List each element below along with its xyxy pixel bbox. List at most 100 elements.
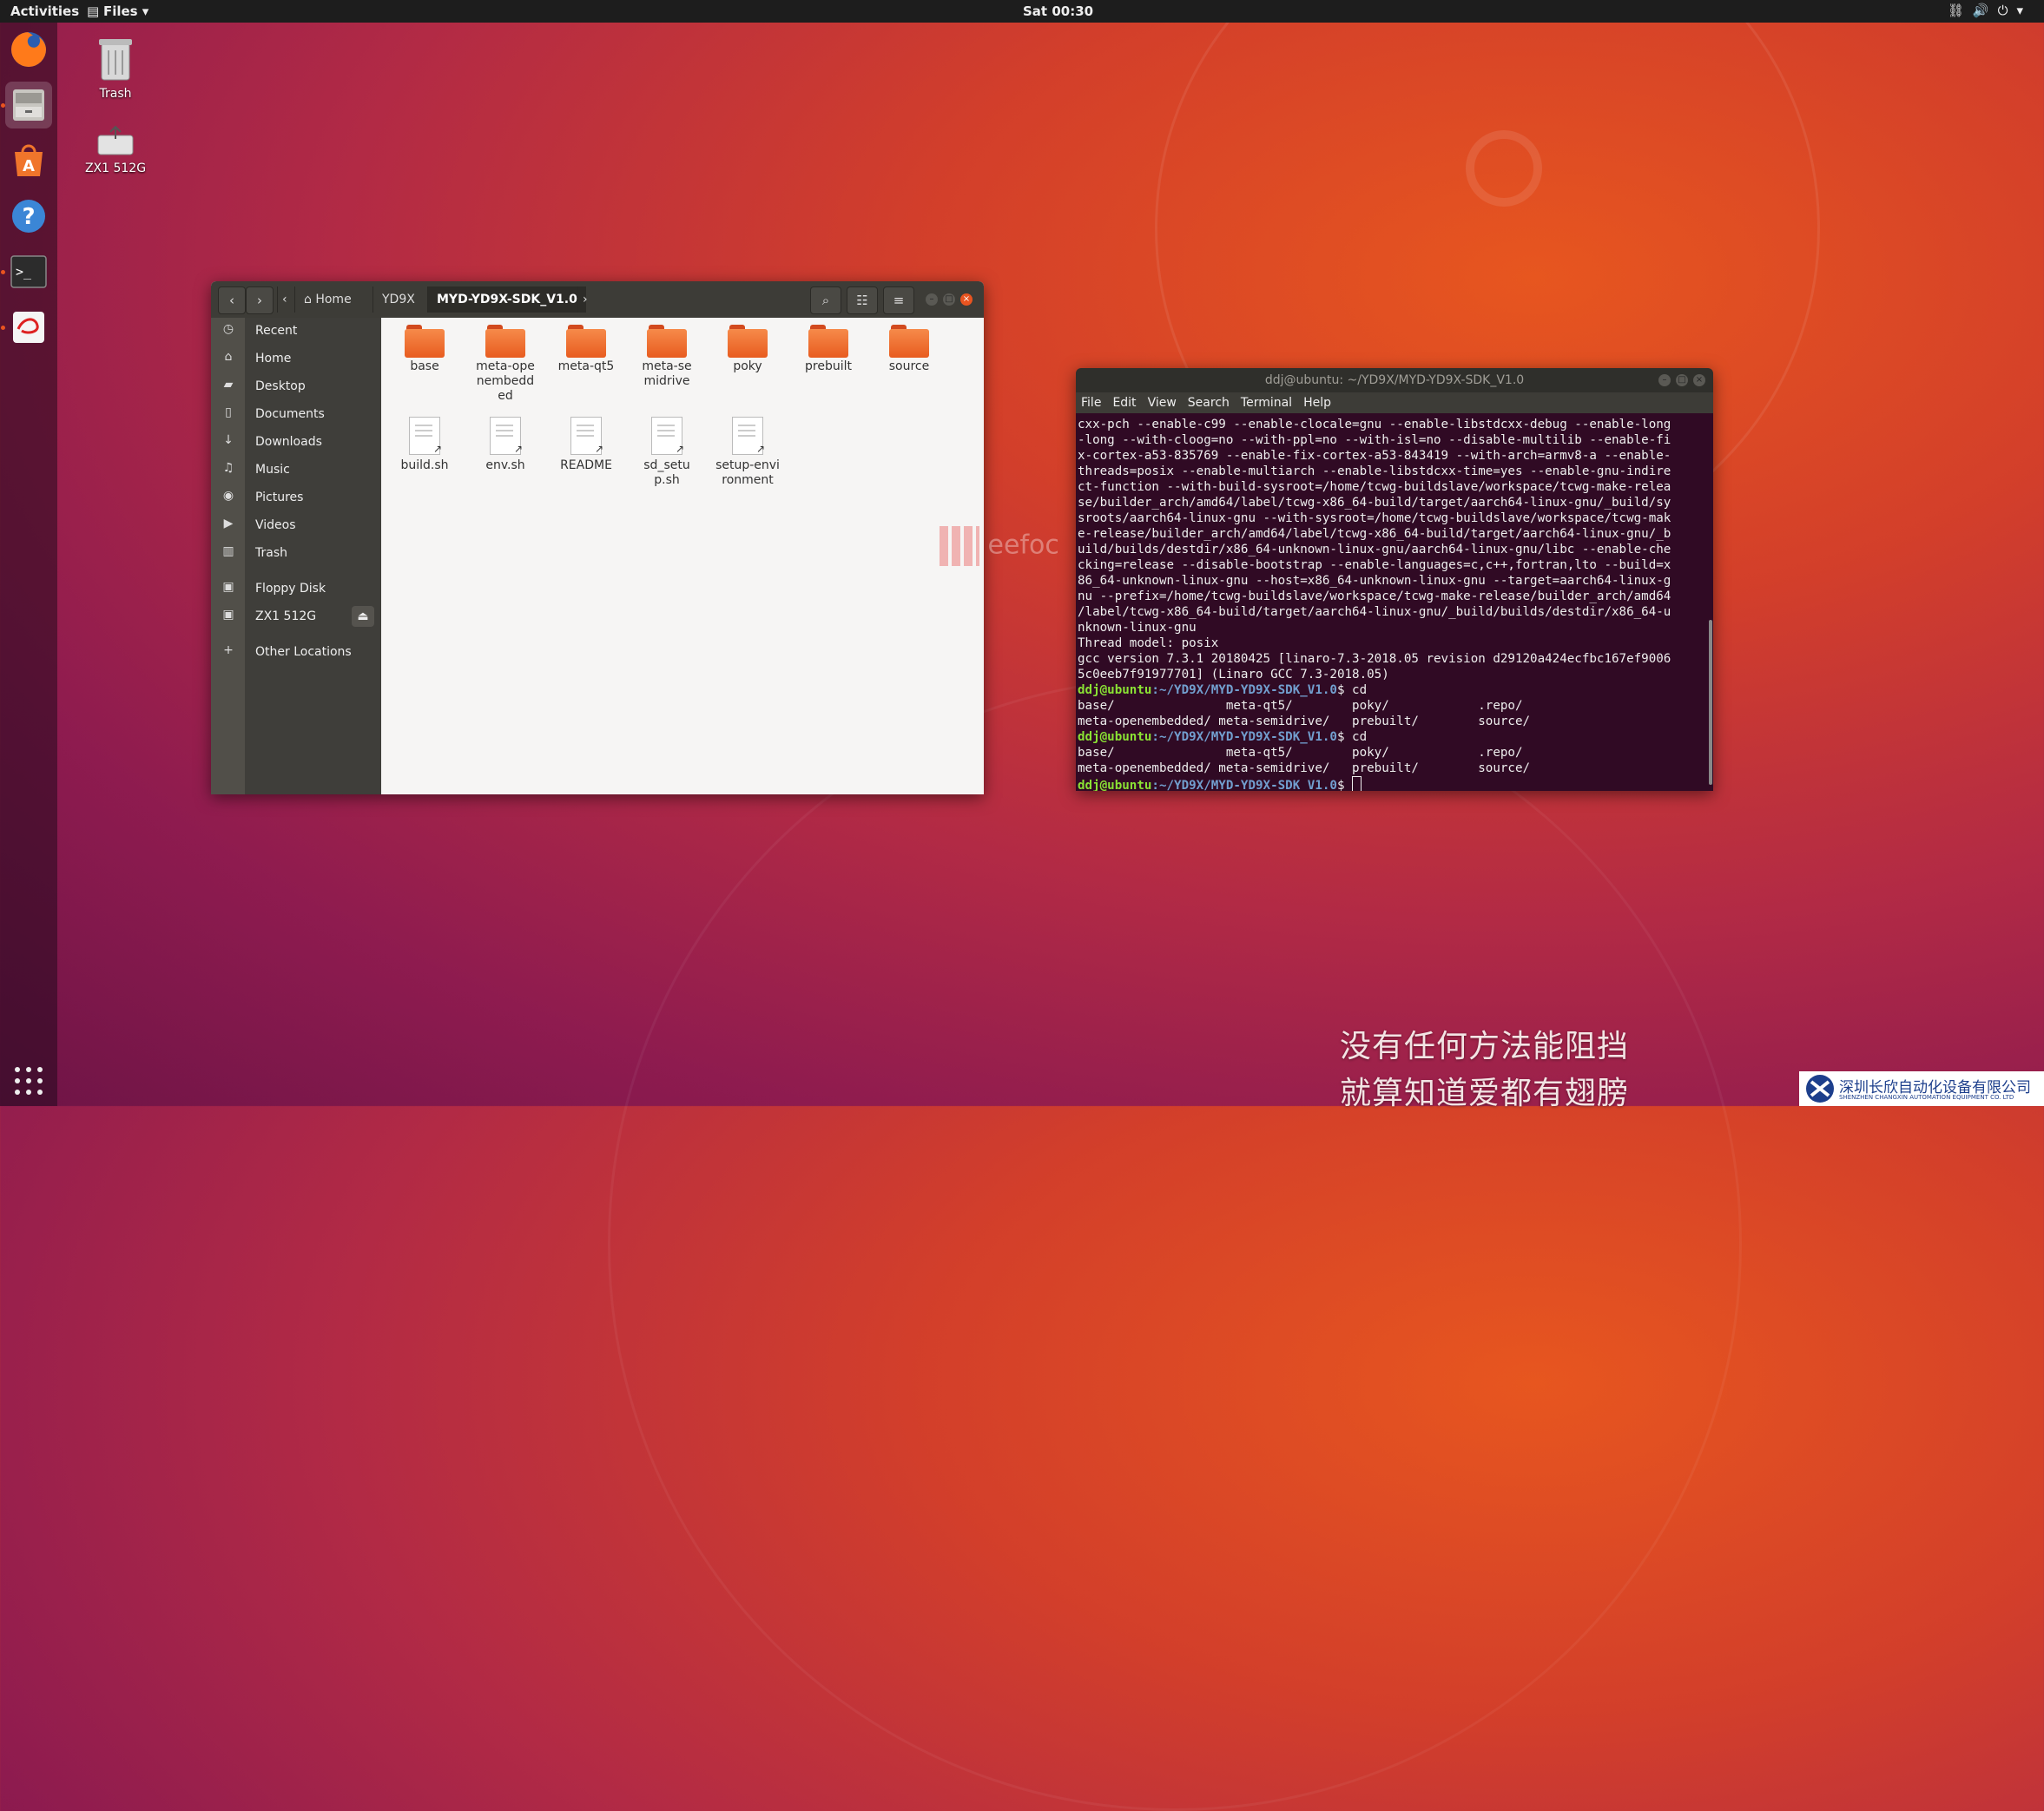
sidebar-item-home[interactable]: ⌂ Home (211, 347, 381, 372)
dock-terminal[interactable]: >_ (5, 248, 52, 295)
sidebar-item-downloads[interactable]: ↓ Downloads (211, 431, 381, 455)
file-item[interactable]: ↗ setup-environment (713, 410, 782, 488)
menu-edit[interactable]: Edit (1112, 392, 1136, 413)
dock-firefox[interactable] (5, 26, 52, 73)
app-menu-label: Files ▾ (102, 3, 149, 19)
dock-files[interactable] (5, 82, 52, 128)
folder-item[interactable]: meta-semidrive (632, 318, 702, 389)
prompt-path: :~/YD9X/MYD-YD9X-SDK_V1.0 (1151, 730, 1337, 744)
search-button[interactable]: ⌕ (810, 286, 841, 314)
sidebar-item-label: Recent (255, 324, 298, 338)
network-icon: ⛓ (1947, 3, 1973, 18)
folder-item[interactable]: source (874, 318, 944, 374)
back-button[interactable]: ‹ (218, 286, 246, 314)
file-label: meta-openembedded (476, 359, 535, 403)
file-label: README (560, 458, 612, 472)
terminal-line: base/ meta-qt5/ poky/ .repo/ (1078, 746, 1523, 760)
software-bag-icon: A (15, 144, 43, 176)
terminal-line: gcc version 7.3.1 20180425 [linaro-7.3-2… (1078, 652, 1671, 666)
power-icon: ⏻ (1997, 3, 2017, 18)
firefox-icon (11, 32, 46, 67)
breadcrumb-yd9x[interactable]: YD9X (373, 286, 424, 313)
sidebar-item-documents[interactable]: ▯ Documents (211, 403, 381, 427)
dock-software[interactable]: A (5, 137, 52, 184)
menu-search[interactable]: Search (1188, 392, 1230, 413)
sidebar-item-music[interactable]: ♫ Music (211, 458, 381, 483)
terminal-line: Thread model: posix (1078, 636, 1219, 650)
activities-button[interactable]: Activities (10, 3, 79, 19)
maximize-button[interactable]: □ (1676, 374, 1688, 386)
sidebar-item-other-locations[interactable]: + Other Locations (211, 641, 381, 665)
terminal-line: meta-openembedded/ meta-semidrive/ prebu… (1078, 715, 1531, 728)
clock[interactable]: Sat 00:30 (1023, 3, 1093, 19)
breadcrumb-current[interactable]: MYD-YD9X-SDK_V1.0 (427, 286, 586, 313)
terminal-line: base/ meta-qt5/ poky/ .repo/ (1078, 699, 1523, 713)
terminal-cursor (1352, 776, 1362, 791)
folder-icon: ▰ (223, 378, 234, 392)
terminal-scrollbar[interactable] (1709, 620, 1712, 785)
sidebar-item-recent[interactable]: ◷ Recent (211, 319, 381, 344)
terminal-menubar: File Edit View Search Terminal Help (1076, 392, 1713, 413)
terminal-line: nknown-linux-gnu (1078, 621, 1197, 635)
sidebar-item-videos[interactable]: ▶ Videos (211, 514, 381, 538)
close-button[interactable]: × (960, 293, 973, 306)
maximize-button[interactable]: □ (943, 293, 955, 306)
terminal-output[interactable]: cxx-pch --enable-c99 --enable-clocale=gn… (1076, 413, 1713, 791)
breadcrumb-home[interactable]: ⌂ Home (294, 286, 360, 313)
minimize-button[interactable]: – (1658, 374, 1671, 386)
plus-icon: + (223, 643, 234, 657)
menu-terminal[interactable]: Terminal (1241, 392, 1292, 413)
app-grid-icon (15, 1067, 43, 1095)
document-icon: ▯ (225, 405, 232, 419)
minimize-button[interactable]: – (926, 293, 938, 306)
top-bar: Activities ▤ Files ▾ Sat 00:30 ⛓🔊⏻▾ (0, 0, 2044, 23)
sidebar-item-trash[interactable]: ▥ Trash (211, 542, 381, 566)
folder-item[interactable]: meta-openembedded (471, 318, 540, 404)
desktop-icon-label: ZX1 512G (84, 161, 147, 175)
desktop-drive[interactable]: ZX1 512G (72, 123, 159, 175)
menu-view[interactable]: View (1148, 392, 1177, 413)
folder-item[interactable]: base (390, 318, 459, 374)
file-item[interactable]: ↗ sd_setup.sh (632, 410, 702, 488)
close-button[interactable]: × (1693, 374, 1705, 386)
terminal-line: -long --with-cloog=no --with-ppl=no --wi… (1078, 433, 1671, 447)
file-item[interactable]: ↗ env.sh (471, 410, 540, 473)
sidebar-item-zx1[interactable]: ▣ ZX1 512G ⏏ (211, 605, 381, 629)
files-sidebar: ◷ Recent ⌂ Home ▰ Desktop ▯ Documents ↓ Downl… (211, 318, 381, 794)
chevron-right-icon: › (583, 293, 588, 306)
menu-file[interactable]: File (1081, 392, 1101, 413)
terminal-titlebar: ddj@ubuntu: ~/YD9X/MYD-YD9X-SDK_V1.0 (1076, 368, 1713, 392)
dock-help[interactable]: ? (5, 193, 52, 240)
eject-button[interactable]: ⏏ (352, 606, 374, 627)
file-item[interactable]: ↗ build.sh (390, 410, 459, 473)
system-tray[interactable]: ⛓🔊⏻▾ (1948, 3, 2032, 18)
folder-item[interactable]: poky (713, 318, 782, 374)
view-options-button[interactable]: ☷ (847, 286, 878, 314)
folder-icon (566, 325, 606, 358)
folder-item[interactable]: prebuilt (794, 318, 863, 374)
dock-running-indicator (1, 103, 5, 108)
show-applications-button[interactable] (12, 1064, 45, 1097)
file-item[interactable]: ↗ README (551, 410, 621, 473)
sidebar-item-label: Pictures (255, 491, 304, 504)
terminal-line: meta-openembedded/ meta-semidrive/ prebu… (1078, 761, 1531, 775)
file-label: base (410, 359, 439, 373)
folder-icon (485, 325, 525, 358)
menu-button[interactable]: ≡ (883, 286, 914, 314)
music-icon: ♫ (222, 461, 234, 475)
breadcrumb-scroll-right[interactable]: › (577, 286, 592, 313)
sidebar-item-pictures[interactable]: ◉ Pictures (211, 486, 381, 510)
watermark-text: eefoc (987, 530, 1059, 561)
forward-button[interactable]: › (246, 286, 274, 314)
desktop-trash[interactable]: Trash (72, 36, 159, 101)
folder-item[interactable]: meta-qt5 (551, 318, 621, 374)
app-menu[interactable]: ▤ Files ▾ (87, 3, 148, 19)
home-icon: ⌂ (304, 293, 316, 306)
menu-help[interactable]: Help (1303, 392, 1331, 413)
file-label: setup-environment (715, 458, 780, 487)
sidebar-item-desktop[interactable]: ▰ Desktop (211, 375, 381, 399)
dock-writer[interactable] (5, 304, 52, 351)
sidebar-item-floppy[interactable]: ▣ Floppy Disk (211, 577, 381, 602)
terminal-line: nu --prefix=/home/tcwg-buildslave/worksp… (1078, 589, 1671, 603)
breadcrumb-scroll-left[interactable]: ‹ (277, 286, 292, 313)
